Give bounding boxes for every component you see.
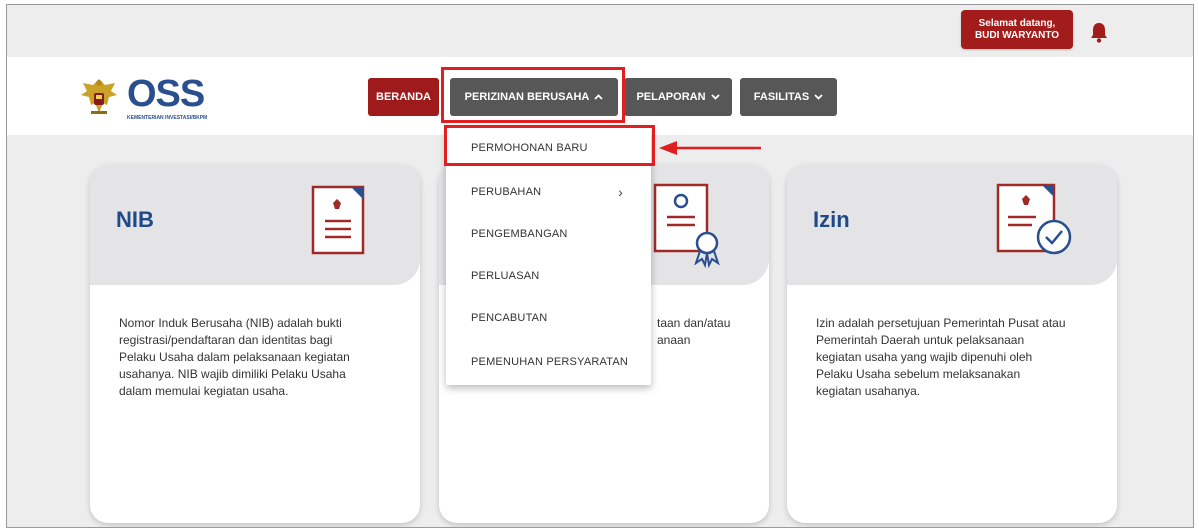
document-emblem-icon — [303, 179, 373, 268]
logo-wordmark: OSS — [127, 73, 205, 115]
nib-card-description: Nomor Induk Berusaha (NIB) adalah bukti … — [119, 316, 350, 398]
top-bar: Selamat datang, BUDI WARYANTO — [7, 5, 1193, 57]
izin-card-title: Izin — [813, 207, 850, 232]
nib-card-title: NIB — [116, 207, 154, 232]
certificate-ribbon-icon — [649, 179, 729, 274]
bell-icon[interactable] — [1089, 21, 1109, 43]
izin-card-description: Izin adalah persetujuan Pemerintah Pusat… — [816, 316, 1066, 398]
menu-item-label: PEMENUHAN PERSYARATAN — [471, 356, 629, 368]
menu-item-label: PENGEMBANGAN — [471, 228, 568, 240]
chevron-right-icon: › — [618, 184, 623, 200]
garuda-emblem-icon — [79, 75, 119, 119]
chevron-down-icon — [710, 92, 720, 102]
annotation-highlight-nav — [441, 67, 625, 123]
nib-card-header: NIB — [90, 165, 420, 285]
nav-pelaporan-button[interactable]: PELAPORAN — [624, 78, 732, 116]
menu-item-pencabutan[interactable]: PENCABUTAN — [446, 296, 651, 340]
welcome-username: BUDI WARYANTO — [974, 29, 1060, 41]
perizinan-card-text-line2: anaan — [657, 333, 691, 347]
nav-fasilitas-label: FASILITAS — [753, 91, 810, 103]
menu-item-perluasan[interactable]: PERLUASAN — [446, 254, 651, 298]
nav-beranda-button[interactable]: BERANDA — [368, 78, 439, 116]
welcome-greeting: Selamat datang, — [978, 17, 1056, 29]
izin-card-header: Izin — [787, 165, 1117, 285]
welcome-badge[interactable]: Selamat datang, BUDI WARYANTO — [961, 10, 1073, 49]
menu-item-label: PERUBAHAN — [471, 186, 542, 198]
menu-item-label: PERLUASAN — [471, 270, 540, 282]
logo-subtitle: KEMENTERIAN INVESTASI/BKPM — [127, 115, 208, 121]
chevron-down-icon — [814, 92, 823, 102]
menu-item-pengembangan[interactable]: PENGEMBANGAN — [446, 212, 651, 256]
browser-frame: Selamat datang, BUDI WARYANTO OSS KEMENT… — [6, 4, 1194, 528]
oss-logo[interactable]: OSS KEMENTERIAN INVESTASI/BKPM — [127, 75, 207, 121]
nav-pelaporan-label: PELAPORAN — [636, 91, 706, 103]
menu-item-pemenuhan-persyaratan[interactable]: PEMENUHAN PERSYARATAN — [446, 340, 651, 384]
annotation-arrow-icon — [657, 138, 762, 158]
perizinan-card-text-line1: taan dan/atau — [657, 316, 731, 330]
perizinan-card-description: taan dan/atau anaan — [657, 315, 757, 349]
annotation-highlight-menu-item — [444, 125, 655, 166]
nav-fasilitas-button[interactable]: FASILITAS — [740, 78, 837, 116]
menu-item-label: PENCABUTAN — [471, 312, 548, 324]
menu-item-perubahan[interactable]: PERUBAHAN › — [446, 170, 651, 214]
nib-card[interactable]: NIB Nomor Induk Berusaha (NIB) adalah bu… — [90, 165, 420, 523]
document-check-icon — [992, 179, 1082, 274]
izin-card[interactable]: Izin Izin adalah persetujuan Pemerintah … — [787, 165, 1117, 523]
nav-beranda-label: BERANDA — [376, 91, 431, 103]
